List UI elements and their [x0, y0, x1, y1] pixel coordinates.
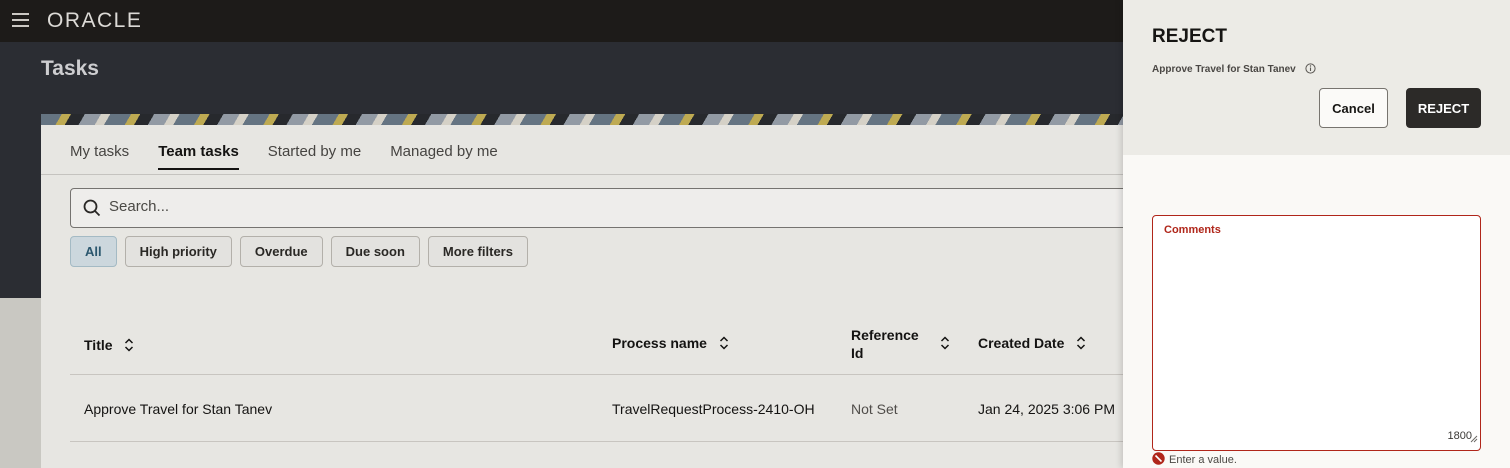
hamburger-menu-icon[interactable]: [12, 13, 29, 27]
column-label: Title: [84, 337, 113, 353]
comments-field[interactable]: Comments 1800: [1152, 215, 1481, 451]
reject-button[interactable]: REJECT: [1406, 88, 1481, 128]
tab-team-tasks[interactable]: Team tasks: [158, 143, 239, 170]
background-panel: [0, 298, 41, 468]
resize-handle-icon[interactable]: [1470, 430, 1478, 448]
filter-overdue[interactable]: Overdue: [239, 236, 323, 267]
task-name: Approve Travel for Stan Tanev: [1152, 64, 1296, 75]
tab-managed-by-me[interactable]: Managed by me: [390, 143, 498, 170]
column-label: Process name: [612, 335, 707, 351]
search-icon: [83, 199, 101, 222]
filter-more-filters[interactable]: More filters: [427, 236, 528, 267]
cell-created-date: Jan 24, 2025 3:06 PM: [978, 401, 1115, 417]
column-label: Reference Id: [851, 327, 919, 361]
task-tabs: My tasks Team tasks Started by me Manage…: [70, 143, 498, 170]
drawer-header: REJECT Approve Travel for Stan Tanev Can…: [1123, 0, 1510, 155]
filter-high-priority[interactable]: High priority: [124, 236, 232, 267]
tab-my-tasks[interactable]: My tasks: [70, 143, 129, 170]
error-icon: [1152, 452, 1165, 468]
cell-reference-id: Not Set: [851, 401, 898, 417]
cell-process-name: TravelRequestProcess-2410-OH: [612, 401, 815, 417]
filter-all[interactable]: All: [70, 236, 117, 267]
decorative-banner: [41, 114, 1141, 125]
column-header-title[interactable]: Title: [84, 337, 134, 355]
drawer-subtitle: Approve Travel for Stan Tanev: [1152, 63, 1316, 77]
filter-due-soon[interactable]: Due soon: [330, 236, 420, 267]
column-header-process-name[interactable]: Process name: [612, 335, 729, 353]
table-header-divider: [70, 374, 1141, 375]
cell-title[interactable]: Approve Travel for Stan Tanev: [84, 401, 272, 417]
sort-icon[interactable]: [124, 338, 134, 355]
filter-chips: All High priority Overdue Due soon More …: [70, 236, 528, 267]
character-counter: 1800: [1447, 430, 1472, 442]
sort-icon[interactable]: [940, 336, 950, 355]
tasks-card: My tasks Team tasks Started by me Manage…: [41, 114, 1141, 468]
tabs-divider: [41, 174, 1141, 175]
page-title: Tasks: [41, 57, 99, 80]
oracle-logo: ORACLE: [47, 9, 143, 32]
error-text: Enter a value.: [1169, 454, 1237, 466]
drawer-title: REJECT: [1152, 26, 1227, 47]
search-box[interactable]: [70, 188, 1141, 228]
search-input[interactable]: [109, 198, 1009, 215]
column-label: Created Date: [978, 335, 1065, 351]
validation-error: Enter a value.: [1152, 452, 1237, 468]
info-icon[interactable]: [1304, 63, 1316, 77]
comments-textarea[interactable]: [1163, 244, 1468, 429]
comments-label: Comments: [1164, 224, 1221, 236]
reject-drawer: REJECT Approve Travel for Stan Tanev Can…: [1123, 0, 1510, 468]
cancel-button[interactable]: Cancel: [1319, 88, 1388, 128]
sort-icon[interactable]: [719, 336, 729, 353]
column-header-created-date[interactable]: Created Date: [978, 335, 1086, 353]
column-header-reference-id[interactable]: Reference Id: [851, 326, 921, 362]
tab-started-by-me[interactable]: Started by me: [268, 143, 361, 170]
row-divider: [70, 441, 1141, 442]
sort-icon[interactable]: [1076, 336, 1086, 353]
